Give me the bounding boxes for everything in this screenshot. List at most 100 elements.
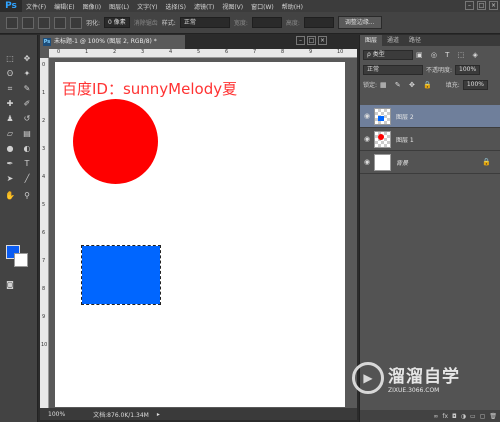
menu-edit[interactable]: 编辑(E) — [50, 2, 78, 11]
history-brush-icon[interactable]: ↺ — [20, 113, 34, 125]
intersect-selection-icon[interactable] — [70, 16, 82, 29]
menu-bar: Ps 文件(F) 编辑(E) 图像(I) 图层(L) 文字(Y) 选择(S) 滤… — [0, 0, 500, 12]
ruler-tick: 3 — [141, 49, 145, 55]
menu-layer[interactable]: 图层(L) — [105, 2, 133, 11]
maximize-icon[interactable]: □ — [477, 1, 486, 10]
document-tab[interactable]: Ps 未标题-1 @ 100% (图层 2, RGB/8) * — [40, 35, 185, 49]
ruler-horizontal: 0 1 2 3 4 5 6 7 8 9 10 — [49, 49, 357, 58]
tab-channels[interactable]: 通道 — [382, 35, 404, 46]
layer-row[interactable]: ◉ 背景 🔒 — [360, 151, 500, 174]
minimize-icon[interactable]: – — [465, 1, 474, 10]
visibility-eye-icon[interactable]: ◉ — [360, 158, 374, 166]
feather-input[interactable]: 0 像素 — [104, 17, 130, 28]
opacity-input[interactable]: 100% — [455, 64, 481, 75]
menu-help[interactable]: 帮助(H) — [278, 2, 307, 11]
lasso-tool-icon[interactable]: ʘ — [3, 68, 17, 80]
tab-layers[interactable]: 图层 — [360, 35, 383, 46]
blur-tool-icon[interactable]: ● — [3, 143, 17, 155]
type-tool-icon[interactable]: T — [20, 158, 34, 170]
visibility-eye-icon[interactable]: ◉ — [360, 112, 374, 120]
ruler-tick: 9 — [309, 49, 313, 55]
tab-paths[interactable]: 路径 — [404, 35, 426, 46]
dodge-tool-icon[interactable]: ◐ — [20, 143, 34, 155]
menu-filter[interactable]: 滤镜(T) — [190, 2, 218, 11]
window-controls: – □ × — [465, 1, 498, 10]
path-selection-icon[interactable]: ➤ — [3, 173, 17, 185]
menu-view[interactable]: 视图(V) — [218, 2, 247, 11]
status-arrow-icon[interactable]: ▸ — [157, 411, 160, 418]
blend-mode-select[interactable]: 正常 — [363, 64, 423, 75]
menu-file[interactable]: 文件(F) — [22, 2, 50, 11]
doc-minimize-icon[interactable]: – — [296, 36, 305, 45]
marquee-tool-preset-icon[interactable] — [6, 16, 18, 29]
layer-filter-row: ρ 类型 ▣ ◎ T ⬚ ◈ — [363, 49, 497, 60]
healing-brush-icon[interactable]: ✚ — [3, 98, 17, 110]
ruler-tick: 2 — [113, 49, 117, 55]
ruler-tick: 0 — [42, 62, 46, 68]
style-select[interactable]: 正常 — [179, 17, 230, 28]
opacity-label: 不透明度: — [426, 67, 453, 74]
ps-document-icon: Ps — [43, 38, 51, 46]
eraser-tool-icon[interactable]: ▱ — [3, 128, 17, 140]
doc-maximize-icon[interactable]: □ — [307, 36, 316, 45]
delete-layer-icon[interactable]: 🗑 — [489, 413, 497, 420]
eyedropper-icon[interactable]: ✎ — [20, 83, 34, 95]
fill-input[interactable]: 100% — [462, 79, 488, 90]
visibility-eye-icon[interactable]: ◉ — [360, 135, 374, 143]
close-icon[interactable]: × — [489, 1, 498, 10]
subtract-selection-icon[interactable] — [54, 16, 66, 29]
menu-window[interactable]: 窗口(W) — [247, 2, 278, 11]
ruler-tick: 8 — [281, 49, 285, 55]
doc-close-icon[interactable]: × — [318, 36, 327, 45]
layer-name: 图层 2 — [396, 113, 414, 121]
ruler-tick: 5 — [197, 49, 201, 55]
quick-mask-icon[interactable]: ◙ — [3, 279, 17, 291]
filter-icons[interactable]: ▣ ◎ T ⬚ ◈ — [416, 51, 481, 59]
panel-tabs: 图层 通道 路径 — [360, 35, 500, 46]
hand-tool-icon[interactable]: ✋ — [3, 190, 17, 202]
adjustment-layer-icon[interactable]: ◑ — [461, 413, 466, 420]
background-color-swatch[interactable] — [14, 253, 28, 267]
add-mask-icon[interactable]: ◘ — [452, 413, 457, 420]
blue-rectangle-selection — [81, 245, 161, 305]
gradient-tool-icon[interactable]: ▤ — [20, 128, 34, 140]
height-input[interactable] — [303, 17, 334, 28]
clone-stamp-icon[interactable]: ♟ — [3, 113, 17, 125]
tools-panel: ⬚ ✥ ʘ ✦ ⌗ ✎ ✚ ✐ ♟ ↺ ▱ ▤ ● ◐ ✒ T ➤ ╱ ✋ ⚲ … — [0, 35, 38, 422]
add-selection-icon[interactable] — [38, 16, 50, 29]
refine-edge-button[interactable]: 调整边缘... — [337, 16, 382, 29]
height-label: 高度: — [285, 20, 300, 27]
menu-select[interactable]: 选择(S) — [161, 2, 190, 11]
layer-row[interactable]: ◉ 图层 1 — [360, 128, 500, 151]
new-layer-icon[interactable]: ▢ — [480, 413, 486, 420]
zoom-tool-icon[interactable]: ⚲ — [20, 190, 34, 202]
lock-icons[interactable]: ▦ ✎ ✥ 🔒 — [380, 81, 435, 89]
move-tool-icon[interactable]: ✥ — [20, 53, 34, 65]
layer-row[interactable]: ◉ 图层 2 — [360, 105, 500, 128]
crop-tool-icon[interactable]: ⌗ — [3, 83, 17, 95]
layer-name: 图层 1 — [396, 136, 414, 144]
menu-image[interactable]: 图像(I) — [79, 2, 105, 11]
menu-type[interactable]: 文字(Y) — [133, 2, 161, 11]
canvas-text-layer: 百度ID：sunnyMelody夏 — [62, 80, 238, 98]
document-tab-title: 未标题-1 @ 100% (图层 2, RGB/8) * — [54, 38, 157, 45]
link-layers-icon[interactable]: ∞ — [433, 413, 438, 420]
red-circle-shape — [73, 99, 158, 184]
pen-tool-icon[interactable]: ✒ — [3, 158, 17, 170]
brush-tool-icon[interactable]: ✐ — [20, 98, 34, 110]
marquee-tool-icon[interactable]: ⬚ — [3, 53, 17, 65]
ruler-tick: 7 — [42, 258, 46, 264]
kind-filter-select[interactable]: ρ 类型 — [363, 49, 413, 60]
ruler-tick: 10 — [337, 49, 344, 55]
layers-panel-footer: ∞ fx ◘ ◑ ▭ ▢ 🗑 — [360, 410, 500, 422]
ruler-tick: 10 — [41, 342, 48, 348]
new-group-icon[interactable]: ▭ — [470, 413, 476, 420]
zoom-level[interactable]: 100% — [48, 411, 65, 418]
shape-tool-icon[interactable]: ╱ — [20, 173, 34, 185]
antialias-checkbox[interactable]: 消除锯齿 — [134, 18, 158, 27]
width-input[interactable] — [251, 17, 282, 28]
magic-wand-icon[interactable]: ✦ — [20, 68, 34, 80]
layer-style-icon[interactable]: fx — [442, 413, 448, 420]
lock-label: 锁定: — [363, 82, 378, 89]
new-selection-icon[interactable] — [22, 16, 34, 29]
